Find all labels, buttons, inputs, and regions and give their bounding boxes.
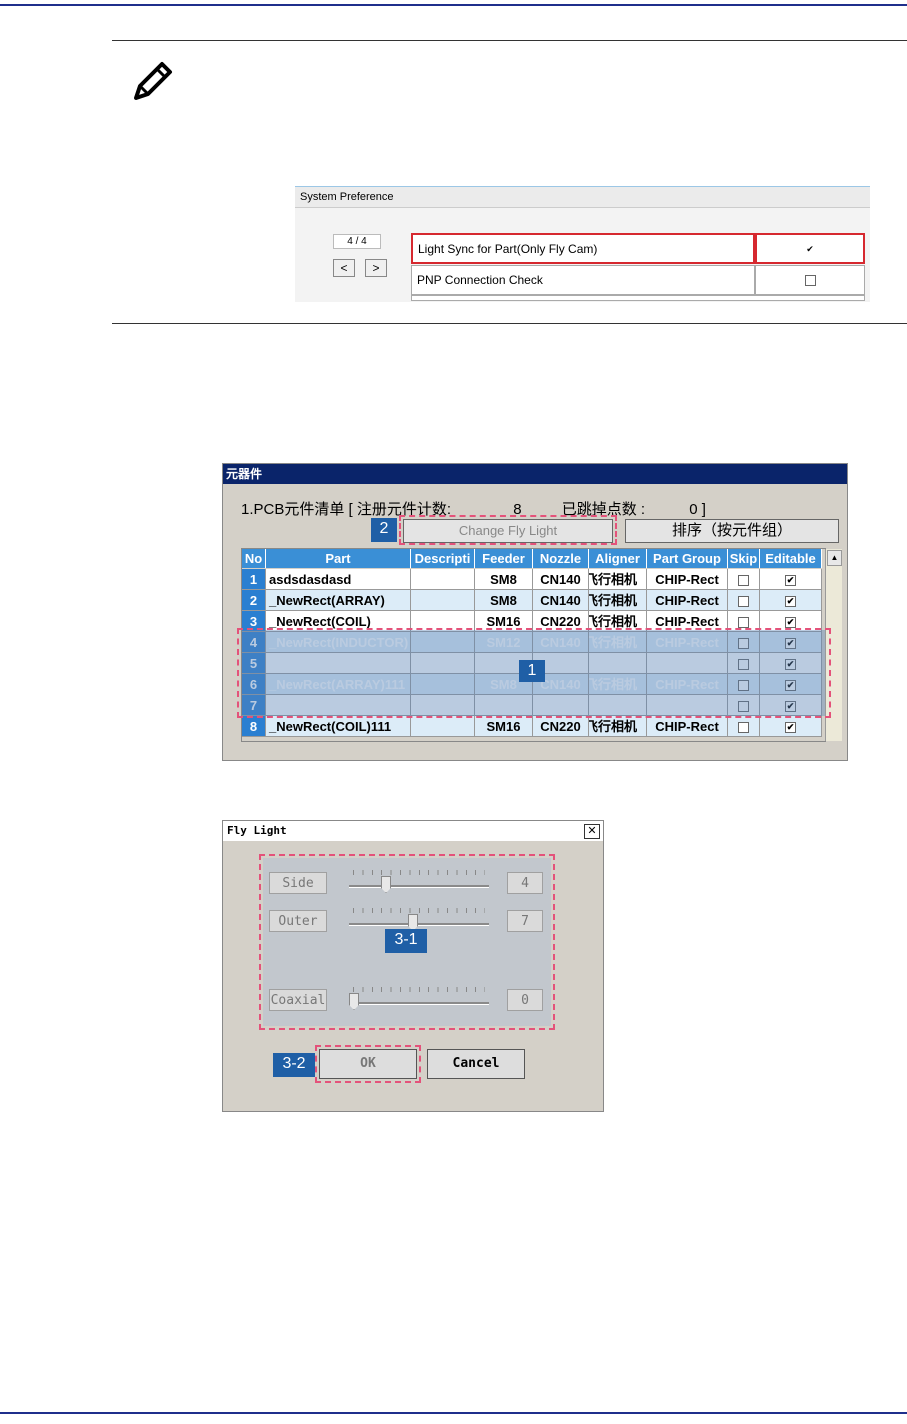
light-sync-checkbox[interactable]: ✔ [805,245,815,255]
components-window: 元器件 1.PCB元件清单 [ 注册元件计数: 8 已跳掉点数 : 0 ] Ch… [222,463,848,761]
skip-count: 0 ] [689,501,706,518]
table-cell-nozzle[interactable]: CN140 [533,590,589,611]
table-cell-feeder[interactable]: SM8 [475,569,533,590]
skip-checkbox[interactable] [738,596,749,608]
table-cell-feeder[interactable]: SM8 [475,590,533,611]
table-row-skip-cell[interactable] [728,716,760,737]
table-cell-desc[interactable] [411,569,475,590]
column-header[interactable]: Descripti [411,549,475,568]
scroll-up-arrow-icon[interactable]: ▲ [827,550,842,566]
table-cell-desc[interactable] [411,716,475,737]
pref-row-label: PNP Connection Check [417,273,543,287]
badge-3-1: 3-1 [385,929,427,953]
table-row-editable-cell[interactable]: ✔ [760,569,822,590]
bottom-rule [0,1412,907,1414]
column-header[interactable]: Part Group [647,549,728,568]
note-top-rule [112,40,907,41]
column-header[interactable]: Skip [728,549,760,568]
table-row-number[interactable]: 2 [242,590,266,611]
editable-checkbox[interactable]: ✔ [785,617,796,629]
table-cell-part[interactable]: asdsdasdasd [266,569,411,590]
pnp-checkbox[interactable] [804,275,816,287]
ok-button-highlight [315,1045,421,1083]
note-bottom-rule [112,323,907,324]
table-row-editable-cell[interactable]: ✔ [760,716,822,737]
close-icon[interactable]: ✕ [584,824,600,839]
note-pencil-icon [128,56,176,104]
pref-row-light-sync-label: Light Sync for Part(Only Fly Cam) [411,233,755,264]
column-header[interactable]: Aligner [589,549,647,568]
table-cell-part[interactable]: _NewRect(COIL)111 [266,716,411,737]
table-cell-aligner[interactable]: 飞行相机 [589,590,647,611]
change-fly-light-highlight [399,515,617,545]
next-page-button[interactable]: > [365,259,387,277]
column-header[interactable]: No [242,549,266,568]
pref-row-label: Light Sync for Part(Only Fly Cam) [418,242,598,256]
table-cell-group[interactable]: CHIP-Rect [647,716,728,737]
pref-row-pnp-value[interactable] [755,265,865,295]
skip-checkbox[interactable] [738,617,749,629]
table-cell-aligner[interactable]: 飞行相机 [589,569,647,590]
pref-row-pnp-label: PNP Connection Check [411,265,755,295]
table-cell-group[interactable]: CHIP-Rect [647,569,728,590]
table-cell-group[interactable]: CHIP-Rect [647,590,728,611]
column-header[interactable]: Editable [760,549,822,568]
table-cell-nozzle[interactable]: CN140 [533,569,589,590]
column-header[interactable]: Nozzle [533,549,589,568]
sort-by-group-button[interactable]: 排序（按元件组） [625,519,839,543]
fly-light-dialog: Fly Light ✕ Side 4 Outer 7 Coaxial 0 3-1… [222,820,604,1112]
editable-checkbox[interactable]: ✔ [785,596,796,608]
editable-checkbox[interactable]: ✔ [785,722,796,734]
system-preference-title: System Preference [300,191,394,203]
table-row-skip-cell[interactable] [728,569,760,590]
badge-2: 2 [371,518,397,542]
pref-row-light-sync-value[interactable]: ✔ [755,233,865,264]
pref-row-next [411,295,865,301]
table-cell-feeder[interactable]: SM16 [475,716,533,737]
badge-3-2: 3-2 [273,1053,315,1077]
table-row-skip-cell[interactable] [728,590,760,611]
skip-checkbox[interactable] [738,722,749,734]
prev-page-button[interactable]: < [333,259,355,277]
top-rule [0,4,907,6]
system-preference-panel: System Preference 4 / 4 < > Light Sync f… [295,186,870,302]
column-header[interactable]: Part [266,549,411,568]
skip-checkbox[interactable] [738,575,749,587]
editable-checkbox[interactable]: ✔ [785,575,796,587]
page-indicator: 4 / 4 [333,234,381,249]
components-window-title: 元器件 [223,464,847,484]
table-row-number[interactable]: 8 [242,716,266,737]
fly-light-title: Fly Light [223,821,603,841]
table-cell-part[interactable]: _NewRect(ARRAY) [266,590,411,611]
table-cell-aligner[interactable]: 飞行相机 [589,716,647,737]
table-cell-nozzle[interactable]: CN220 [533,716,589,737]
table-row-editable-cell[interactable]: ✔ [760,590,822,611]
table-cell-desc[interactable] [411,590,475,611]
cancel-button[interactable]: Cancel [427,1049,525,1079]
table-row-number[interactable]: 1 [242,569,266,590]
badge-1: 1 [519,660,545,682]
column-header[interactable]: Feeder [475,549,533,568]
